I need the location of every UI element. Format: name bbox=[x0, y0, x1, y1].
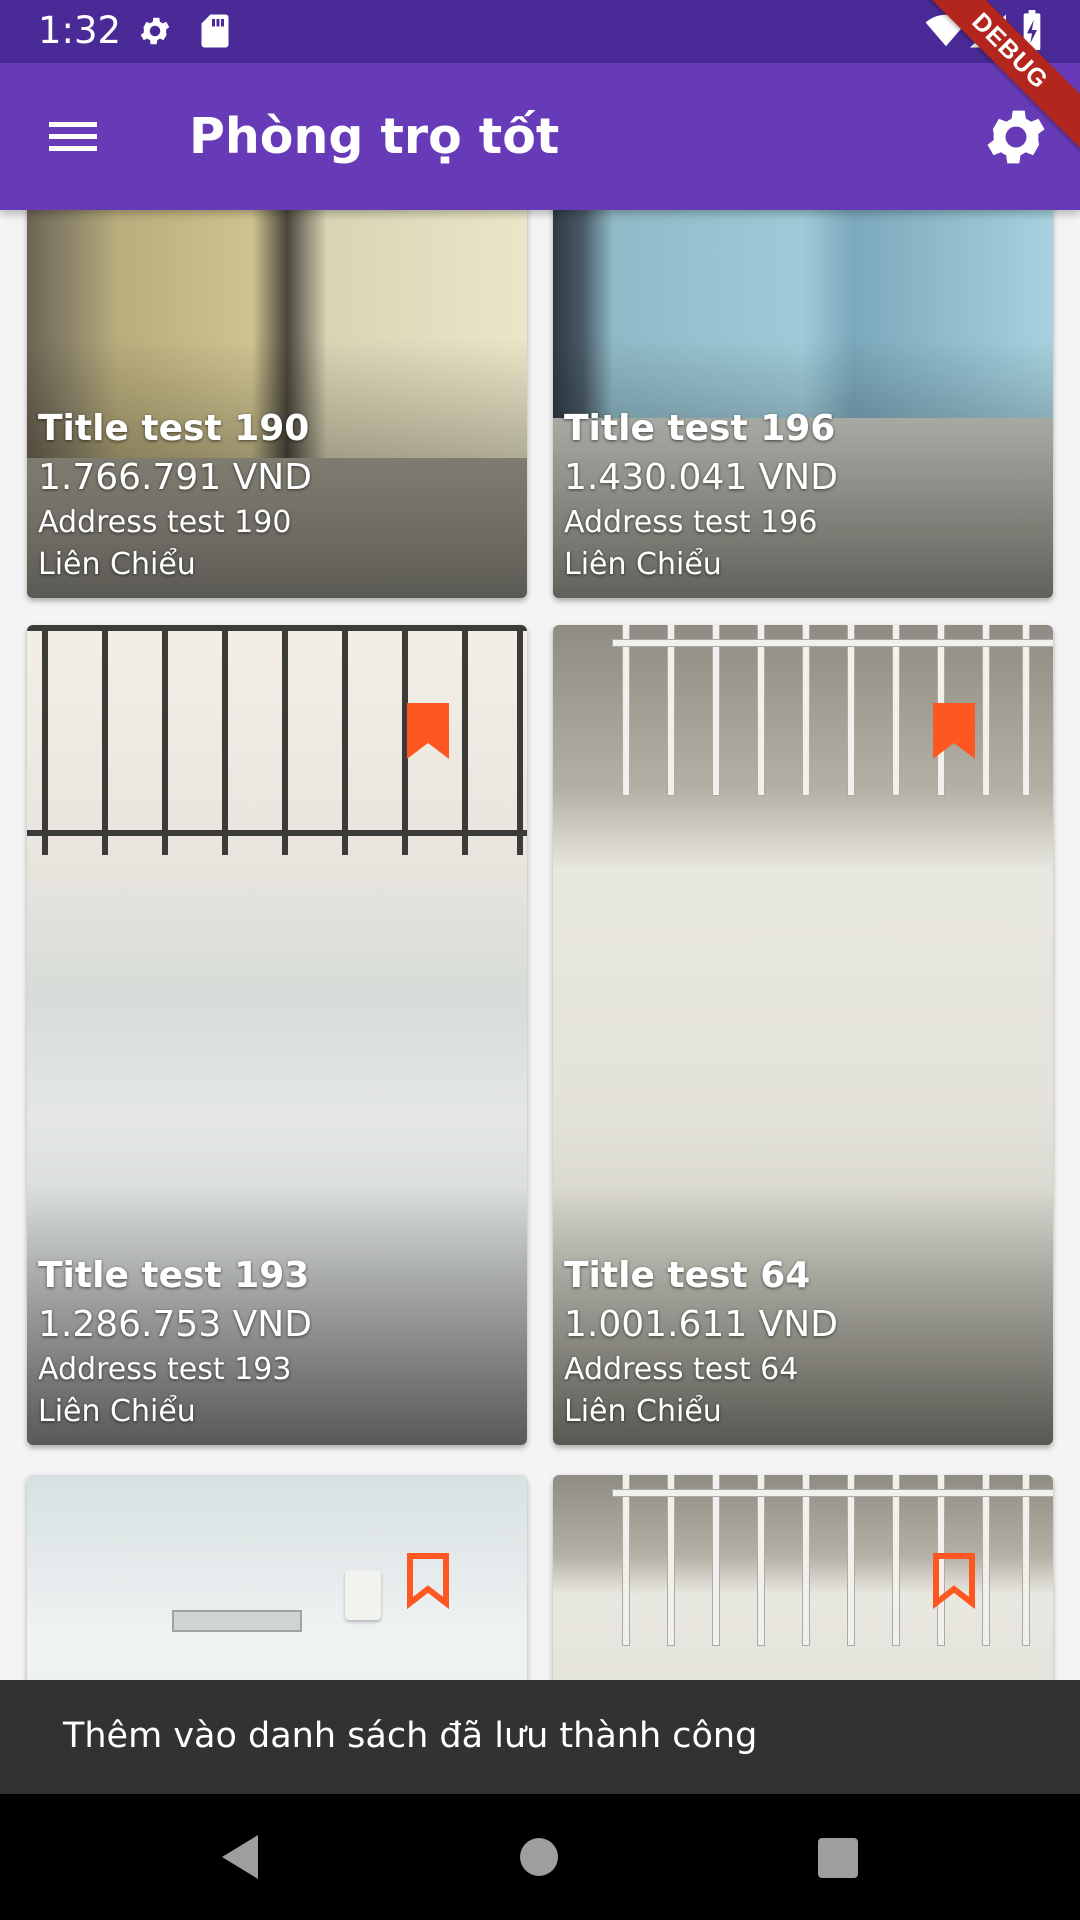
bookmark-filled-icon[interactable] bbox=[403, 703, 453, 759]
listing-card[interactable]: Title test 64 1.001.611 VND Address test… bbox=[553, 625, 1053, 1445]
listing-price: 1.001.611 VND bbox=[564, 1304, 838, 1345]
bookmark-outline-icon[interactable] bbox=[403, 1553, 453, 1609]
listing-district: Liên Chiểu bbox=[38, 547, 196, 582]
system-nav-bar bbox=[0, 1794, 1080, 1920]
listing-grid[interactable]: Title test 190 1.766.791 VND Address tes… bbox=[0, 210, 1080, 1680]
snackbar: Thêm vào danh sách đã lưu thành công bbox=[0, 1680, 1080, 1794]
snackbar-message: Thêm vào danh sách đã lưu thành công bbox=[63, 1716, 758, 1756]
listing-card[interactable] bbox=[27, 1475, 527, 1680]
menu-button[interactable] bbox=[33, 100, 113, 172]
listing-title: Title test 193 bbox=[38, 1255, 310, 1296]
back-icon[interactable] bbox=[214, 1829, 270, 1885]
listing-card[interactable] bbox=[553, 1475, 1053, 1680]
listing-address: Address test 196 bbox=[564, 505, 818, 540]
listing-card[interactable]: Title test 193 1.286.753 VND Address tes… bbox=[27, 625, 527, 1445]
listing-price: 1.286.753 VND bbox=[38, 1304, 312, 1345]
status-time: 1:32 bbox=[38, 9, 122, 52]
menu-icon bbox=[49, 122, 97, 151]
listing-district: Liên Chiểu bbox=[564, 1394, 722, 1429]
listing-title: Title test 196 bbox=[564, 408, 836, 449]
listing-address: Address test 190 bbox=[38, 505, 292, 540]
settings-icon bbox=[137, 13, 173, 54]
settings-button[interactable] bbox=[980, 101, 1052, 173]
gear-icon bbox=[987, 110, 1045, 164]
home-icon[interactable] bbox=[516, 1829, 572, 1885]
app-bar: Phòng trọ tốt bbox=[0, 63, 1080, 210]
listing-price: 1.430.041 VND bbox=[564, 457, 838, 498]
listing-district: Liên Chiểu bbox=[564, 547, 722, 582]
listing-address: Address test 193 bbox=[38, 1352, 292, 1387]
page-title: Phòng trọ tốt bbox=[189, 108, 560, 165]
status-bar: 1:32 bbox=[0, 0, 1080, 63]
recents-icon[interactable] bbox=[815, 1829, 871, 1885]
screen: 1:32 Phòng trọ tốt DEBUG Title test 190 … bbox=[0, 0, 1080, 1920]
sd-card-icon bbox=[200, 13, 230, 54]
listing-card[interactable]: Title test 196 1.430.041 VND Address tes… bbox=[553, 210, 1053, 598]
listing-price: 1.766.791 VND bbox=[38, 457, 312, 498]
listing-address: Address test 64 bbox=[564, 1352, 799, 1387]
listing-card[interactable]: Title test 190 1.766.791 VND Address tes… bbox=[27, 210, 527, 598]
listing-title: Title test 64 bbox=[564, 1255, 811, 1296]
listing-title: Title test 190 bbox=[38, 408, 310, 449]
bookmark-outline-icon[interactable] bbox=[929, 1553, 979, 1609]
listing-district: Liên Chiểu bbox=[38, 1394, 196, 1429]
bookmark-filled-icon[interactable] bbox=[929, 703, 979, 759]
